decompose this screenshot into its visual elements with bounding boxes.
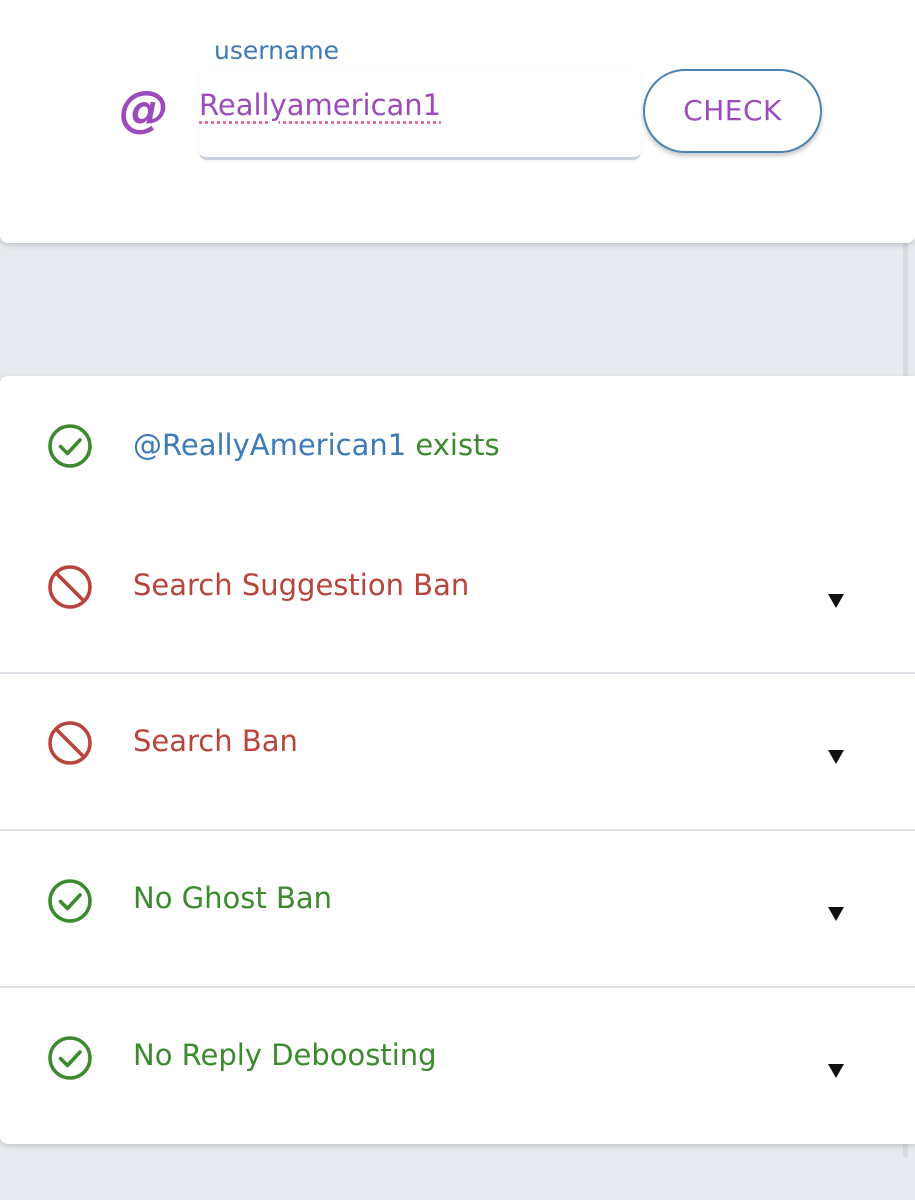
result-row-ghost-ban[interactable]: No Ghost Ban <box>0 831 915 988</box>
caret-down-icon[interactable] <box>826 748 846 766</box>
username-input-value: Reallyamerican1 <box>199 88 442 122</box>
result-label: No Reply Deboosting <box>133 1038 437 1072</box>
search-card: @ username Reallyamerican1 CHECK <box>0 0 915 243</box>
check-circle-icon <box>48 424 92 468</box>
username-input[interactable]: Reallyamerican1 <box>199 68 641 160</box>
prohibited-icon <box>48 565 92 609</box>
caret-down-icon[interactable] <box>826 905 846 923</box>
page: @ username Reallyamerican1 CHECK @Really… <box>0 0 915 1200</box>
check-button[interactable]: CHECK <box>643 69 822 153</box>
result-row-exists: @ReallyAmerican1 exists <box>0 376 915 516</box>
at-sign-icon: @ <box>119 80 169 138</box>
caret-down-icon[interactable] <box>826 1062 846 1080</box>
result-row-reply-deboosting[interactable]: No Reply Deboosting <box>0 988 915 1144</box>
check-circle-icon <box>48 1036 92 1080</box>
result-row-search-suggestion-ban[interactable]: Search Suggestion Ban <box>0 516 915 674</box>
exists-handle[interactable]: @ReallyAmerican1 <box>133 428 406 462</box>
caret-down-icon[interactable] <box>826 592 846 610</box>
check-circle-icon <box>48 879 92 923</box>
results-card: @ReallyAmerican1 exists Search Suggestio… <box>0 376 915 1144</box>
exists-suffix: exists <box>406 428 500 462</box>
username-field-label: username <box>214 36 339 65</box>
exists-message: @ReallyAmerican1 exists <box>133 428 500 462</box>
result-label: Search Suggestion Ban <box>133 568 470 602</box>
result-label: No Ghost Ban <box>133 881 332 915</box>
result-label: Search Ban <box>133 724 298 758</box>
prohibited-icon <box>48 721 92 765</box>
result-row-search-ban[interactable]: Search Ban <box>0 674 915 831</box>
